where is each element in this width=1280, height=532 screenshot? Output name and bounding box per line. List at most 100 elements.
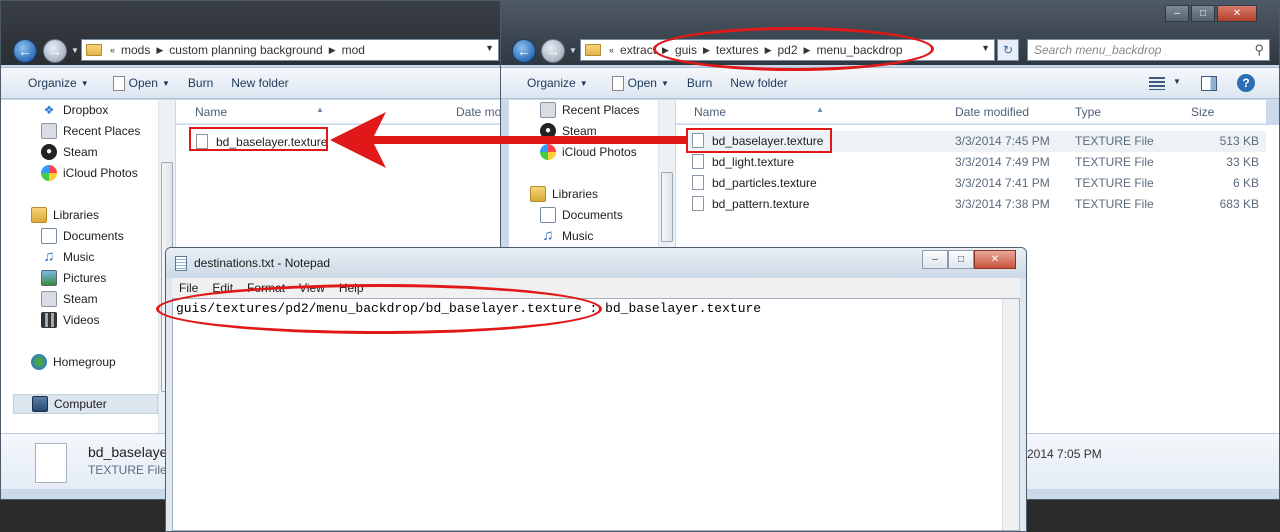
column-type[interactable]: Type <box>1075 105 1101 119</box>
nav-item-libraries[interactable]: Libraries <box>530 184 598 204</box>
maximize-button[interactable]: □ <box>1191 5 1215 22</box>
nav-item-recent-places[interactable]: Recent Places <box>41 121 140 141</box>
chevron-down-icon[interactable]: ▼ <box>1173 77 1181 86</box>
file-icon <box>692 196 704 211</box>
view-options-icon[interactable] <box>1149 77 1165 90</box>
chevron-right-icon[interactable]: ▶ <box>327 45 338 56</box>
burn-button[interactable]: Burn <box>678 76 721 90</box>
organize-label: Organize <box>527 76 576 90</box>
breadcrumb-segment[interactable]: custom planning background <box>165 43 326 57</box>
documents-icon <box>41 228 57 244</box>
search-input[interactable]: Search menu_backdrop ⚲ <box>1027 39 1270 61</box>
address-overflow[interactable]: « <box>607 45 616 55</box>
organize-label: Organize <box>28 76 77 90</box>
history-dropdown-icon[interactable]: ▼ <box>71 46 79 55</box>
back-button[interactable]: ← <box>13 39 37 63</box>
breadcrumb-segment[interactable]: menu_backdrop <box>812 43 906 57</box>
nav-item-pictures[interactable]: Pictures <box>41 268 106 288</box>
search-icon[interactable]: ⚲ <box>1254 42 1264 58</box>
breadcrumb-segment[interactable]: mod <box>338 43 369 57</box>
burn-button[interactable]: Burn <box>179 76 222 90</box>
breadcrumb-segment[interactable]: extract <box>616 43 660 57</box>
nav-item-icloud-photos[interactable]: iCloud Photos <box>41 163 138 183</box>
column-date-modified[interactable]: Date modified <box>955 105 1029 119</box>
nav-label: Steam <box>562 124 597 138</box>
nav-item-music[interactable]: ♫ Music <box>540 226 593 246</box>
menu-format[interactable]: Format <box>240 281 292 295</box>
organize-button[interactable]: Organize ▼ <box>518 76 597 90</box>
file-name: bd_pattern.texture <box>712 197 810 211</box>
list-item[interactable]: bd_baselayer.texture <box>190 132 490 153</box>
breadcrumb-segment[interactable]: mods <box>117 43 154 57</box>
chevron-down-icon: ▼ <box>80 78 89 88</box>
chevron-right-icon[interactable]: ▶ <box>660 45 671 56</box>
close-button[interactable]: ✕ <box>1217 5 1257 22</box>
table-row[interactable]: bd_baselayer.texture 3/3/2014 7:45 PM TE… <box>686 131 1266 152</box>
nav-item-libraries[interactable]: Libraries <box>31 205 99 225</box>
table-row[interactable]: bd_particles.texture 3/3/2014 7:41 PM TE… <box>686 173 1266 194</box>
new-folder-button[interactable]: New folder <box>721 76 796 90</box>
chevron-right-icon[interactable]: ▶ <box>701 45 712 56</box>
nav-item-documents[interactable]: Documents <box>540 205 623 225</box>
close-button[interactable]: ✕ <box>974 250 1016 269</box>
column-name[interactable]: Name <box>694 105 726 119</box>
breadcrumb-segment[interactable]: pd2 <box>774 43 802 57</box>
menu-edit[interactable]: Edit <box>205 281 240 295</box>
help-icon[interactable]: ? <box>1237 74 1255 92</box>
nav-item-recent-places[interactable]: Recent Places <box>540 100 639 120</box>
refresh-button[interactable]: ↻ <box>997 39 1019 61</box>
text-editor[interactable]: guis/textures/pd2/menu_backdrop/bd_basel… <box>172 298 1020 531</box>
table-row[interactable]: bd_light.texture 3/3/2014 7:49 PM TEXTUR… <box>686 152 1266 173</box>
column-name[interactable]: Name <box>195 105 227 119</box>
nav-pane-scrollbar[interactable] <box>658 100 675 250</box>
breadcrumb-segment[interactable]: guis <box>671 43 701 57</box>
editor-scrollbar[interactable] <box>1002 299 1019 530</box>
scrollbar-thumb[interactable] <box>661 172 673 242</box>
maximize-button[interactable]: □ <box>948 250 974 269</box>
chevron-down-icon[interactable]: ▼ <box>485 43 494 53</box>
forward-button[interactable]: → <box>43 39 67 63</box>
folder-icon <box>585 44 601 56</box>
chevron-down-icon[interactable]: ▼ <box>981 43 990 53</box>
nav-item-dropbox[interactable]: ❖ Dropbox <box>41 100 109 120</box>
open-button[interactable]: Open ▼ <box>104 75 179 91</box>
new-folder-button[interactable]: New folder <box>222 76 297 90</box>
chevron-down-icon: ▼ <box>579 78 588 88</box>
nav-item-icloud-photos[interactable]: iCloud Photos <box>540 142 637 162</box>
nav-item-music[interactable]: ♫ Music <box>41 247 94 267</box>
menu-file[interactable]: File <box>172 281 205 295</box>
history-dropdown-icon[interactable]: ▼ <box>569 46 577 55</box>
forward-button[interactable]: → <box>541 39 565 63</box>
address-overflow[interactable]: « <box>108 45 117 55</box>
menu-help[interactable]: Help <box>332 281 371 295</box>
open-button[interactable]: Open ▼ <box>603 75 678 91</box>
nav-item-homegroup[interactable]: Homegroup <box>31 352 116 372</box>
nav-item-steam[interactable]: ● Steam <box>540 121 597 141</box>
notepad-window: destinations.txt - Notepad – □ ✕ File Ed… <box>165 247 1027 532</box>
chevron-right-icon[interactable]: ▶ <box>763 45 774 56</box>
nav-item-computer[interactable]: Computer <box>13 394 158 414</box>
column-size[interactable]: Size <box>1191 105 1214 119</box>
menu-view[interactable]: View <box>292 281 332 295</box>
nav-item-videos[interactable]: Videos <box>41 310 99 330</box>
chevron-right-icon[interactable]: ▶ <box>802 45 813 56</box>
nav-item-steam[interactable]: ● Steam <box>41 142 98 162</box>
nav-item-steam-library[interactable]: Steam <box>41 289 98 309</box>
address-bar[interactable]: « mods ▶ custom planning background ▶ mo… <box>81 39 499 61</box>
minimize-button[interactable]: – <box>922 250 948 269</box>
address-bar[interactable]: « extract ▶ guis ▶ textures ▶ pd2 ▶ menu… <box>580 39 995 61</box>
command-bar: Organize ▼ Open ▼ Burn New folder <box>1 67 509 99</box>
libraries-icon <box>31 207 47 223</box>
nav-item-documents[interactable]: Documents <box>41 226 124 246</box>
back-button[interactable]: ← <box>512 39 536 63</box>
minimize-button[interactable]: – <box>1165 5 1189 22</box>
table-row[interactable]: bd_pattern.texture 3/3/2014 7:38 PM TEXT… <box>686 194 1266 215</box>
organize-button[interactable]: Organize ▼ <box>19 76 98 90</box>
file-size: 33 KB <box>1226 155 1259 169</box>
nav-label: iCloud Photos <box>63 166 138 180</box>
column-date[interactable]: Date mo <box>456 105 501 119</box>
editor-content[interactable]: guis/textures/pd2/menu_backdrop/bd_basel… <box>176 301 761 316</box>
preview-pane-icon[interactable] <box>1201 76 1217 91</box>
chevron-right-icon[interactable]: ▶ <box>154 45 165 56</box>
breadcrumb-segment[interactable]: textures <box>712 43 763 57</box>
